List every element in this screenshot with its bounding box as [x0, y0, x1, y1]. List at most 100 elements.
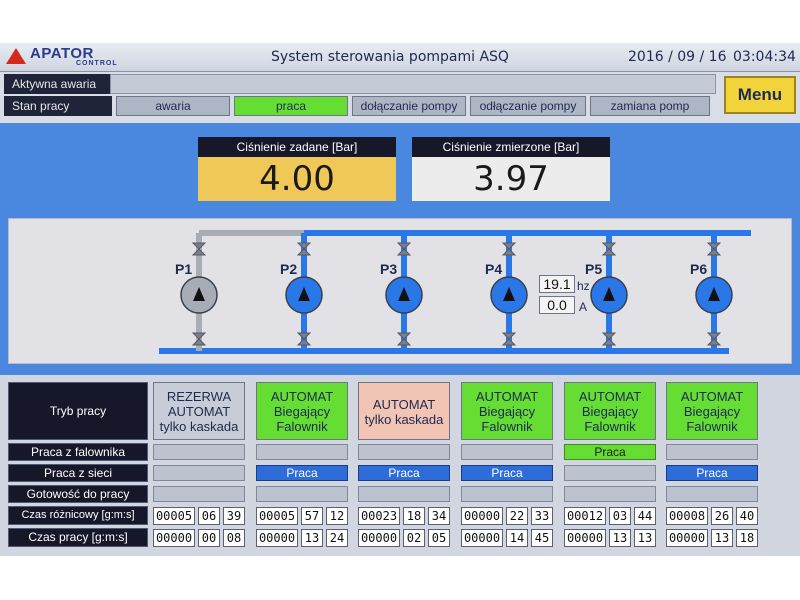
pump-grid-cell-6: Praca	[666, 465, 758, 481]
valve-icon-5-2	[601, 332, 617, 346]
pump-mode-line: Biegający	[478, 404, 536, 419]
valve-icon-1-1	[191, 242, 207, 256]
pump-inverter-cell-2	[256, 444, 348, 460]
pump-mode-line: AUTOMAT	[372, 397, 436, 412]
state-indicator-2: praca	[234, 96, 348, 116]
current-unit: A	[579, 300, 588, 314]
valve-icon-6-2	[706, 332, 722, 346]
pump-mode-line: REZERWA	[166, 389, 232, 404]
pump-diff-time-6-2: 26	[711, 507, 733, 525]
pump-work-time-5-3: 13	[634, 529, 656, 547]
active-alarm-field	[110, 74, 716, 94]
pump-mode-line: Falownik	[686, 419, 738, 434]
pump-work-time-3-1: 00000	[358, 529, 400, 547]
inverter-current: 0.0	[539, 296, 575, 314]
pump-work-time-3-3: 05	[428, 529, 450, 547]
valve-icon-6-1	[706, 242, 722, 256]
set-pressure-label: Ciśnienie zadane [Bar]	[198, 137, 396, 157]
header-bar: APATOR CONTROL System sterowania pompami…	[0, 43, 800, 72]
pump-work-time-5-2: 13	[609, 529, 631, 547]
measured-pressure-label: Ciśnienie zmierzone [Bar]	[412, 137, 610, 157]
pump-ready-cell-4	[461, 486, 553, 502]
set-pressure-value[interactable]: 4.00	[198, 157, 396, 201]
pump-work-time-1-3: 08	[223, 529, 245, 547]
pump-mode-button-1[interactable]: REZERWA AUTOMAT tylko kaskada	[153, 382, 245, 440]
pump-diff-time-5-3: 44	[634, 507, 656, 525]
page-title: System sterowania pompami ASQ	[271, 49, 509, 65]
pump-mode-line: AUTOMAT	[680, 389, 744, 404]
pump-diff-time-4-2: 22	[506, 507, 528, 525]
pump-mode-line: AUTOMAT	[270, 389, 334, 404]
pump-work-time-1-2: 00	[198, 529, 220, 547]
pump-diff-time-6-3: 40	[736, 507, 758, 525]
pump-grid-cell-4: Praca	[461, 465, 553, 481]
pump-mode-line: Falownik	[276, 419, 328, 434]
pump-mode-line: AUTOMAT	[167, 404, 231, 419]
pump-mode-line: AUTOMAT	[475, 389, 539, 404]
pump-mode-line: AUTOMAT	[578, 389, 642, 404]
row-label-diff-time: Czas różnicowy [g:m:s]	[8, 506, 148, 525]
pump-work-time-2-3: 24	[326, 529, 348, 547]
pump-diff-time-2-2: 57	[301, 507, 323, 525]
pump-label-6: P6	[690, 261, 708, 277]
pump-mode-button-5[interactable]: AUTOMAT Biegający Falownik	[564, 382, 656, 440]
pump-ready-cell-1	[153, 486, 245, 502]
pump-work-time-6-3: 18	[736, 529, 758, 547]
pump-mode-button-3[interactable]: AUTOMAT tylko kaskada	[358, 382, 450, 440]
logo-triangle-icon	[6, 48, 26, 64]
pump-diff-time-5-2: 03	[609, 507, 631, 525]
row-label-grid: Praca z sieci	[8, 464, 148, 482]
row-label-mode: Tryb pracy	[8, 382, 148, 440]
frequency-unit: hz	[577, 279, 590, 293]
pump-diff-time-4-3: 33	[531, 507, 553, 525]
measured-pressure-value: 3.97	[473, 159, 549, 199]
pump-grid-cell-5	[564, 465, 656, 481]
pump-mode-line: Falownik	[584, 419, 636, 434]
pump-label-1: P1	[175, 261, 193, 277]
pump-diff-time-5-1: 00012	[564, 507, 606, 525]
pump-diff-time-2-3: 12	[326, 507, 348, 525]
pump-work-time-6-1: 00000	[666, 529, 708, 547]
pipe-network	[159, 230, 751, 354]
valve-icon-3-2	[396, 332, 412, 346]
work-state-label: Stan pracy	[4, 96, 112, 116]
pump-work-time-5-1: 00000	[564, 529, 606, 547]
pump-diff-time-1-1: 00005	[153, 507, 195, 525]
pump-mode-line: Biegający	[273, 404, 331, 419]
pump-work-time-4-3: 45	[531, 529, 553, 547]
menu-button[interactable]: Menu	[724, 76, 796, 114]
state-indicator-3: dołączanie pompy	[352, 96, 466, 116]
pump-diff-time-2-1: 00005	[256, 507, 298, 525]
pump-ready-cell-5	[564, 486, 656, 502]
pump-mode-button-6[interactable]: AUTOMAT Biegający Falownik	[666, 382, 758, 440]
pump-work-time-4-2: 14	[506, 529, 528, 547]
pump-mode-button-2[interactable]: AUTOMAT Biegający Falownik	[256, 382, 348, 440]
pump-ready-cell-2	[256, 486, 348, 502]
date-display: 2016 / 09 / 16	[628, 49, 727, 65]
pump-label-3: P3	[380, 261, 398, 277]
row-label-work-time: Czas pracy [g:m:s]	[8, 528, 148, 547]
pump-mode-line: Falownik	[481, 419, 533, 434]
pump-inverter-cell-1	[153, 444, 245, 460]
valve-icon-1-2	[191, 332, 207, 346]
time-display: 03:04:34	[733, 49, 796, 65]
pump-grid-cell-1	[153, 465, 245, 481]
pump-diff-time-6-1: 00008	[666, 507, 708, 525]
pump-diff-time-3-3: 34	[428, 507, 450, 525]
valve-icon-4-1	[501, 242, 517, 256]
pump-mode-line: Biegający	[581, 404, 639, 419]
pump-inverter-cell-6	[666, 444, 758, 460]
pump-diff-time-3-2: 18	[403, 507, 425, 525]
valve-icon-4-2	[501, 332, 517, 346]
row-label-ready: Gotowość do pracy	[8, 485, 148, 503]
pump-mode-button-4[interactable]: AUTOMAT Biegający Falownik	[461, 382, 553, 440]
valve-icon-5-1	[601, 242, 617, 256]
pump-work-time-1-1: 00000	[153, 529, 195, 547]
state-indicator-1: awaria	[116, 96, 230, 116]
apator-logo: APATOR CONTROL	[6, 45, 124, 68]
inverter-frequency: 19.1	[539, 275, 575, 293]
pump-diff-time-1-3: 39	[223, 507, 245, 525]
pump-label-4: P4	[485, 261, 503, 277]
state-indicator-4: odłączanie pompy	[470, 96, 586, 116]
pump-work-time-4-1: 00000	[461, 529, 503, 547]
